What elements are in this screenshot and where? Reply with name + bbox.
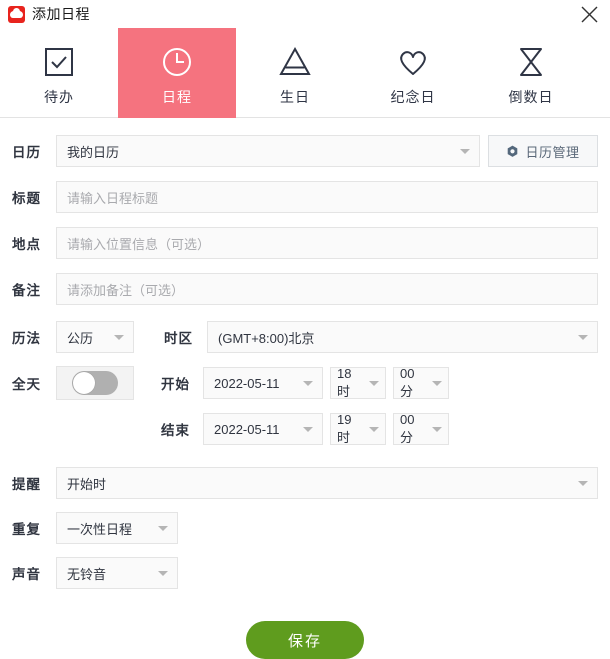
title-placeholder: 请输入日程标题	[67, 190, 159, 206]
tab-birthday[interactable]: 生日	[236, 28, 354, 118]
timezone-label: 时区	[164, 331, 193, 346]
end-date-select[interactable]: 2022-05-11	[203, 413, 323, 445]
timezone-select[interactable]: (GMT+8:00)北京	[207, 321, 598, 353]
end-date-value: 2022-05-11	[214, 421, 280, 437]
calendar-select[interactable]: 我的日历	[56, 135, 480, 167]
tab-label: 纪念日	[390, 88, 436, 105]
repeat-select[interactable]: 一次性日程	[56, 512, 178, 544]
checkbox-icon	[41, 40, 77, 84]
cake-icon	[277, 40, 313, 84]
note-row: 备注 请添加备注（可选）	[12, 273, 598, 305]
repeat-label: 重复	[12, 522, 41, 537]
all-day-label: 全天	[12, 377, 41, 392]
window-title: 添加日程	[32, 6, 90, 22]
start-hour-value: 18时	[337, 366, 352, 399]
chevron-down-icon	[303, 381, 313, 386]
title-bar: 添加日程	[0, 0, 610, 28]
location-label: 地点	[12, 237, 41, 252]
chevron-down-icon	[369, 426, 379, 432]
start-minute-select[interactable]: 00分	[393, 366, 449, 399]
sound-label: 声音	[12, 567, 41, 582]
tab-schedule[interactable]: 日程	[118, 28, 236, 118]
hourglass-icon	[513, 40, 549, 84]
end-minute-value: 00分	[400, 412, 415, 445]
calendar-manage-label: 日历管理	[525, 144, 580, 160]
calendar-value: 我的日历	[67, 144, 120, 160]
schedule-form: 日历 我的日历 日历管理 标题 请输入日程标题 地点 请输入位置信息（可选） 备…	[0, 135, 610, 659]
chevron-down-icon	[114, 335, 124, 340]
toggle-knob	[73, 372, 95, 394]
chevron-down-icon	[432, 380, 442, 386]
chevron-down-icon	[158, 571, 168, 576]
gear-icon	[506, 145, 519, 158]
repeat-row: 重复 一次性日程	[12, 512, 598, 544]
save-button[interactable]: 保存	[246, 621, 364, 659]
calendar-label: 日历	[12, 145, 41, 160]
calendar-system-row: 历法 公历 时区 (GMT+8:00)北京	[12, 321, 598, 353]
repeat-value: 一次性日程	[67, 521, 133, 537]
end-row: 结束 2022-05-11 19时 00分	[12, 412, 598, 445]
note-label: 备注	[12, 283, 41, 298]
title-input[interactable]: 请输入日程标题	[56, 181, 598, 213]
tab-label: 待办	[44, 88, 74, 105]
tab-todo[interactable]: 待办	[0, 28, 118, 118]
type-tab-strip: 待办 日程 生日 纪念日 倒数日	[0, 28, 610, 118]
reminder-label: 提醒	[12, 477, 41, 492]
start-date-value: 2022-05-11	[214, 375, 280, 391]
start-hour-select[interactable]: 18时	[330, 366, 386, 399]
sound-row: 声音 无铃音	[12, 557, 598, 589]
heart-icon	[395, 40, 431, 84]
tab-label: 倒数日	[508, 88, 554, 105]
chevron-down-icon	[369, 380, 379, 386]
reminder-select[interactable]: 开始时	[56, 467, 598, 499]
all-day-toggle[interactable]	[56, 366, 134, 400]
sound-select[interactable]: 无铃音	[56, 557, 178, 589]
location-input[interactable]: 请输入位置信息（可选）	[56, 227, 598, 259]
chevron-down-icon	[460, 149, 470, 154]
footer: 保存	[12, 621, 598, 659]
location-placeholder: 请输入位置信息（可选）	[67, 236, 211, 252]
note-placeholder: 请添加备注（可选）	[67, 282, 185, 298]
end-hour-value: 19时	[337, 412, 352, 445]
tab-countdown[interactable]: 倒数日	[472, 28, 590, 118]
calendar-manage-button[interactable]: 日历管理	[488, 135, 598, 167]
tab-label: 日程	[162, 88, 192, 105]
chevron-down-icon	[303, 427, 313, 432]
chevron-down-icon	[158, 526, 168, 531]
tab-anniversary[interactable]: 纪念日	[354, 28, 472, 118]
start-label: 开始	[161, 377, 190, 392]
all-day-row: 全天 开始 2022-05-11 18时 00分	[12, 366, 598, 400]
calendar-system-label: 历法	[12, 331, 41, 346]
chevron-down-icon	[578, 335, 588, 340]
tab-label: 生日	[280, 88, 310, 105]
close-icon[interactable]	[578, 3, 600, 25]
chevron-down-icon	[432, 426, 442, 432]
start-minute-value: 00分	[400, 366, 415, 399]
title-row: 标题 请输入日程标题	[12, 181, 598, 213]
location-row: 地点 请输入位置信息（可选）	[12, 227, 598, 259]
calendar-system-select[interactable]: 公历	[56, 321, 134, 353]
reminder-value: 开始时	[67, 476, 107, 492]
calendar-system-value: 公历	[67, 330, 94, 346]
note-input[interactable]: 请添加备注（可选）	[56, 273, 598, 305]
reminder-row: 提醒 开始时	[12, 467, 598, 499]
end-hour-select[interactable]: 19时	[330, 412, 386, 445]
start-date-select[interactable]: 2022-05-11	[203, 367, 323, 399]
sound-value: 无铃音	[67, 566, 107, 582]
cloud-app-icon	[8, 5, 25, 23]
timezone-value: (GMT+8:00)北京	[218, 330, 315, 346]
title-label: 标题	[12, 191, 41, 206]
end-minute-select[interactable]: 00分	[393, 412, 449, 445]
toggle-track	[72, 371, 118, 395]
clock-icon	[159, 40, 195, 84]
end-label: 结束	[161, 423, 190, 438]
chevron-down-icon	[578, 481, 588, 486]
calendar-row: 日历 我的日历 日历管理	[12, 135, 598, 167]
